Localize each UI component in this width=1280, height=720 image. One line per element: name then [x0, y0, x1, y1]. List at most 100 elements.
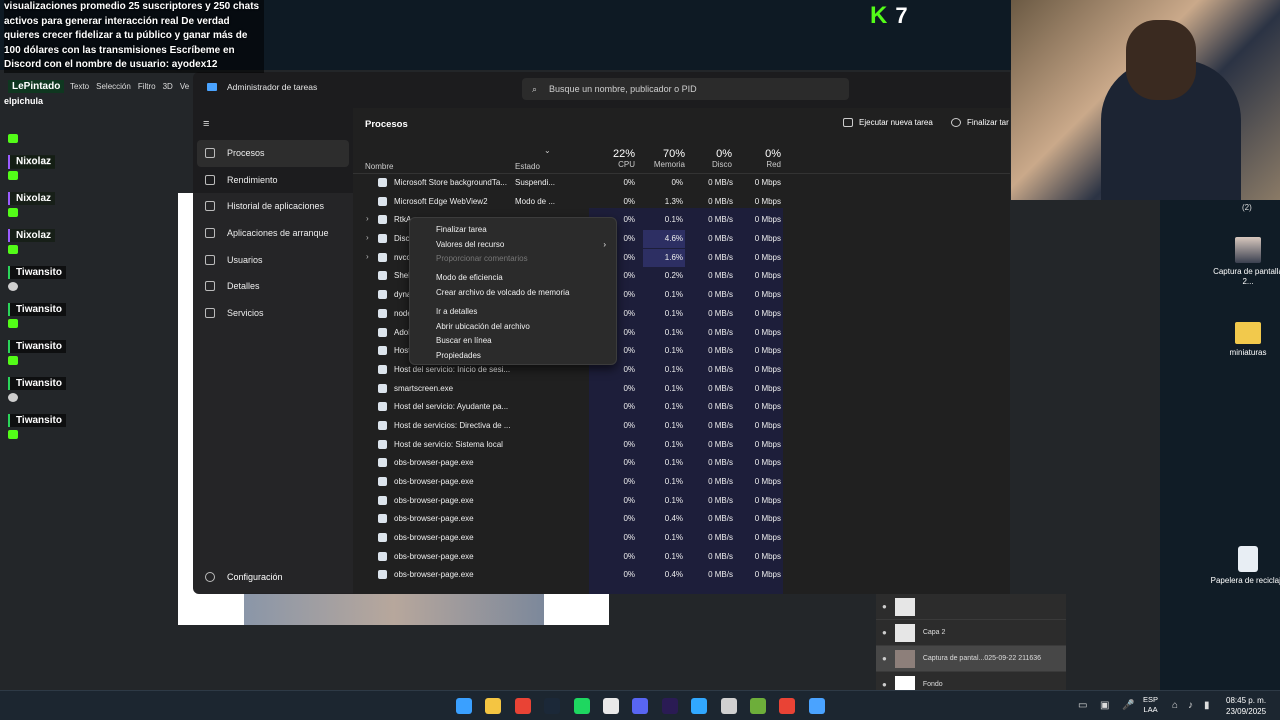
kick-viewer-counter: K 7 [870, 2, 908, 30]
process-network: 0 Mbps [754, 290, 781, 300]
process-disk: 0 MB/s [708, 570, 733, 580]
context-menu-item[interactable]: Ir a detalles [410, 304, 616, 319]
task-manager-icon[interactable] [808, 698, 825, 714]
end-task-icon [951, 118, 961, 127]
process-cpu: 0% [623, 533, 635, 543]
process-cpu: 0% [623, 383, 635, 393]
process-row[interactable]: Host de servicios: Directiva de ... 0% 0… [353, 416, 1010, 435]
process-row[interactable]: Host del servicio: Ayudante pa... 0% 0.1… [353, 397, 1010, 416]
process-name: obs-browser-page.exe [394, 458, 474, 468]
column-header-cpu[interactable]: 22% CPU [603, 148, 635, 169]
eye-icon[interactable]: ● [882, 628, 887, 637]
process-row[interactable]: obs-browser-page.exe 0% 0.1% 0 MB/s 0 Mb… [353, 491, 1010, 510]
battery-icon[interactable]: ▮ [1204, 700, 1210, 711]
photoshop-icon[interactable] [691, 698, 708, 714]
spotify-icon[interactable] [573, 698, 590, 714]
column-header-memory[interactable]: 70% Memoria [643, 148, 685, 169]
discord-icon[interactable] [632, 698, 649, 714]
process-name: Host de servicios: Directiva de ... [394, 420, 510, 430]
eye-icon[interactable]: ● [882, 680, 887, 689]
column-header-name[interactable]: Nombre [365, 162, 393, 171]
sort-chevron-icon: ⌄ [544, 146, 551, 155]
ps-menu-filtro[interactable]: Filtro [138, 82, 156, 91]
process-row[interactable]: Host de servicio: Sistema local 0% 0.1% … [353, 435, 1010, 454]
process-icon [378, 533, 387, 543]
column-header-disk[interactable]: 0% Disco [698, 148, 732, 169]
chat-bar [0, 241, 266, 263]
run-new-task-button[interactable]: Ejecutar nueva tarea [843, 118, 933, 127]
column-header-row: Nombre Estado ⌄ 22% CPU 70% Memoria 0% Disc… [353, 146, 1010, 174]
process-row[interactable]: obs-browser-page.exe 0% 0.1% 0 MB/s 0 Mb… [353, 528, 1010, 547]
chrome-alt-icon[interactable] [779, 698, 796, 714]
expand-chevron-icon[interactable]: › [366, 214, 369, 223]
process-row[interactable]: obs-browser-page.exe 0% 0.1% 0 MB/s 0 Mb… [353, 453, 1010, 472]
layer-row[interactable]: ● [876, 594, 1066, 620]
process-row[interactable]: obs-browser-page.exe 0% 0.4% 0 MB/s 0 Mb… [353, 565, 1010, 584]
windows-start-icon[interactable] [456, 698, 472, 714]
desktop-icon-screenshot[interactable]: Captura de pantalla 2... [1210, 237, 1280, 287]
steam-icon[interactable] [544, 698, 561, 714]
process-network: 0 Mbps [754, 178, 781, 187]
obs-icon[interactable] [720, 698, 737, 714]
network-icon[interactable]: ⌂ [1172, 700, 1178, 711]
process-disk: 0 MB/s [708, 308, 733, 318]
menu-item-label: Finalizar tarea [436, 224, 487, 234]
context-menu-item[interactable]: Propiedades [410, 348, 616, 363]
settings-nav-item[interactable]: Configuración [205, 572, 283, 582]
minecraft-icon[interactable] [750, 698, 766, 714]
language-indicator[interactable]: ESP LAA [1143, 695, 1158, 715]
context-menu-item[interactable]: Modo de eficiencia [410, 270, 616, 285]
recycle-bin-icon [1238, 546, 1258, 572]
process-row[interactable]: obs-browser-page.exe 0% 0.1% 0 MB/s 0 Mb… [353, 472, 1010, 491]
chat-bar [0, 426, 266, 448]
process-context-menu: Finalizar tarea Valores del recurso › Propo… [409, 217, 617, 365]
process-row[interactable]: obs-browser-page.exe 0% 0.4% 0 MB/s 0 Mb… [353, 509, 1010, 528]
menu-item-label: Buscar en línea [436, 336, 492, 346]
process-name: Host de servicio: Sistema local [394, 439, 503, 449]
layer-row[interactable]: ● Capa 2 [876, 620, 1066, 646]
chrome-icon[interactable] [514, 698, 531, 714]
chat-bar [0, 389, 266, 411]
tray-app-icon[interactable]: ▣ [1100, 700, 1109, 711]
premiere-icon[interactable] [661, 698, 678, 714]
process-icon [378, 570, 387, 580]
process-row[interactable]: smartscreen.exe 0% 0.1% 0 MB/s 0 Mbps [353, 379, 1010, 398]
tray-overflow-icon[interactable]: ▭ [1078, 700, 1087, 711]
chat-emote-icon [8, 208, 18, 217]
desktop-icon-miniaturas[interactable]: miniaturas [1210, 318, 1280, 358]
expand-chevron-icon[interactable]: › [366, 252, 369, 261]
ps-menu-ver[interactable]: Ve [180, 82, 189, 91]
column-header-network[interactable]: 0% Red [743, 148, 781, 169]
layer-row-selected[interactable]: ● Captura de pantal...025-09-22 211636 [876, 646, 1066, 672]
process-disk: 0 MB/s [708, 364, 733, 374]
file-explorer-icon[interactable] [485, 698, 502, 714]
system-clock[interactable]: 08:45 p. m. 23/09/2025 [1226, 695, 1266, 717]
desktop-icon-recycle-bin[interactable]: Papelera de reciclaje [1210, 546, 1280, 586]
context-menu-item[interactable]: Abrir ubicación del archivo [410, 319, 616, 334]
context-menu-item[interactable]: Valores del recurso › [410, 237, 616, 252]
process-row[interactable]: Microsoft Store backgroundTa... Suspendi… [353, 173, 1010, 192]
eye-icon[interactable]: ● [882, 602, 887, 611]
process-disk: 0 MB/s [708, 234, 733, 244]
chat-emote-icon [8, 134, 18, 143]
process-cpu: 0% [623, 570, 635, 580]
column-header-status[interactable]: Estado [515, 162, 540, 171]
capcut-icon[interactable] [603, 698, 619, 714]
context-menu-item[interactable]: Buscar en línea [410, 334, 616, 349]
volume-icon[interactable]: ♪ [1188, 700, 1193, 711]
ps-menu-texto[interactable]: Texto [70, 82, 89, 91]
ps-menu-3d[interactable]: 3D [163, 82, 173, 91]
layer-name: Fondo [922, 681, 943, 688]
expand-chevron-icon[interactable]: › [366, 233, 369, 242]
context-menu-item[interactable]: Finalizar tarea [410, 222, 616, 237]
context-menu-item[interactable]: Crear archivo de volcado de memoria [410, 285, 616, 300]
end-task-button[interactable]: Finalizar tar [951, 118, 1009, 127]
process-row[interactable]: Microsoft Edge WebView2 Modo de ... 0% 1… [353, 192, 1010, 211]
ps-menu-seleccion[interactable]: Selección [96, 82, 131, 91]
microphone-icon[interactable]: 🎤 [1122, 700, 1134, 711]
process-row[interactable]: obs-browser-page.exe 0% 0.1% 0 MB/s 0 Mb… [353, 547, 1010, 566]
eye-icon[interactable]: ● [882, 654, 887, 663]
chat-username: Tiwansito [8, 340, 66, 353]
process-status: Modo de ... [515, 196, 556, 206]
search-input[interactable]: ⌕ Busque un nombre, publicador o PID [522, 78, 849, 100]
